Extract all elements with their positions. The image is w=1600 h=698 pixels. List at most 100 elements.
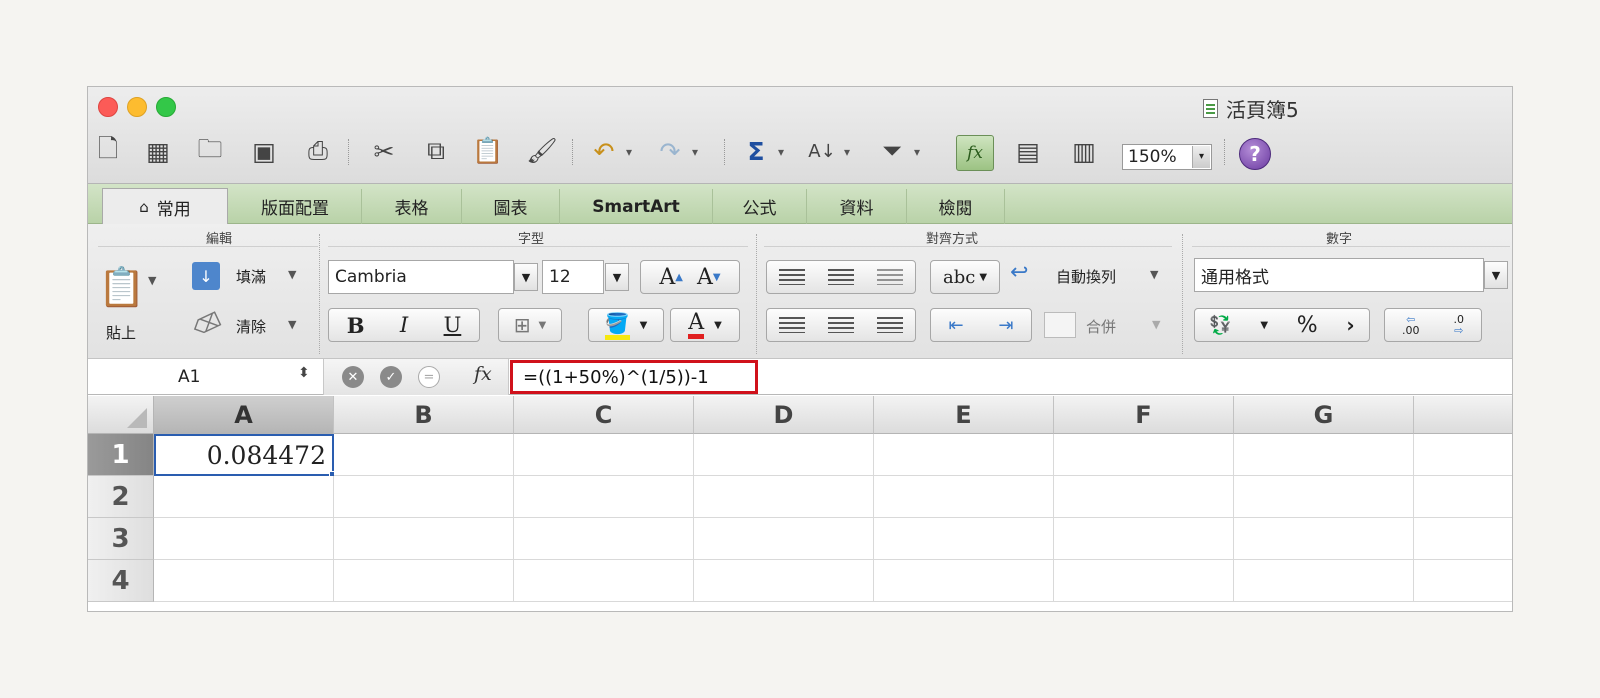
font-name-field[interactable]: Cambria bbox=[328, 260, 514, 294]
percent-button[interactable]: % bbox=[1297, 313, 1318, 338]
tab-formulas[interactable]: 公式 bbox=[713, 189, 807, 224]
tab-charts[interactable]: 圖表 bbox=[462, 189, 560, 224]
column-header-h[interactable] bbox=[1414, 396, 1512, 434]
cut-icon[interactable]: ✂ bbox=[366, 133, 402, 169]
cell-d4[interactable] bbox=[694, 560, 874, 602]
close-window-button[interactable] bbox=[98, 97, 118, 117]
column-header-b[interactable]: B bbox=[334, 396, 514, 434]
fill-down-icon[interactable]: ↓ bbox=[192, 262, 220, 290]
cell-d3[interactable] bbox=[694, 518, 874, 560]
tab-review[interactable]: 檢閱 bbox=[907, 189, 1005, 224]
fill-dropdown-arrow[interactable]: ▼ bbox=[288, 268, 296, 281]
cell-c1[interactable] bbox=[514, 434, 694, 476]
font-color-button[interactable]: A ▼ bbox=[670, 308, 740, 342]
cell-b3[interactable] bbox=[334, 518, 514, 560]
grow-font-button[interactable]: A bbox=[659, 265, 675, 290]
cell-c4[interactable] bbox=[514, 560, 694, 602]
cell-a1[interactable]: 0.084472 bbox=[154, 434, 334, 476]
save-icon[interactable]: ▣ bbox=[246, 133, 282, 169]
shrink-font-button[interactable]: A bbox=[697, 265, 713, 290]
tab-smartart[interactable]: SmartArt bbox=[560, 189, 713, 224]
cell-e4[interactable] bbox=[874, 560, 1054, 602]
font-size-dropdown[interactable]: ▼ bbox=[605, 263, 629, 291]
filter-icon[interactable]: ⏷ bbox=[874, 133, 920, 169]
align-left-icon[interactable] bbox=[778, 317, 805, 333]
tab-tables[interactable]: 表格 bbox=[362, 189, 462, 224]
column-header-a[interactable]: A bbox=[154, 396, 334, 434]
cell-f2[interactable] bbox=[1054, 476, 1234, 518]
cell-f4[interactable] bbox=[1054, 560, 1234, 602]
minimize-window-button[interactable] bbox=[127, 97, 147, 117]
align-middle-icon[interactable] bbox=[827, 269, 854, 285]
align-center-icon[interactable] bbox=[827, 317, 854, 333]
sort-icon[interactable]: A↓ bbox=[804, 133, 850, 169]
cell-b4[interactable] bbox=[334, 560, 514, 602]
cell-f3[interactable] bbox=[1054, 518, 1234, 560]
cell-e2[interactable] bbox=[874, 476, 1054, 518]
cell-h2[interactable] bbox=[1414, 476, 1512, 518]
show-hide-icon[interactable]: ▤ bbox=[1010, 133, 1046, 169]
currency-icon[interactable]: 💱 bbox=[1209, 315, 1231, 336]
column-header-d[interactable]: D bbox=[694, 396, 874, 434]
fx-icon[interactable]: fx bbox=[474, 363, 492, 385]
bold-button[interactable]: B bbox=[347, 313, 365, 338]
formula-input[interactable]: =((1+50%)^(1/5))-1 bbox=[510, 360, 758, 394]
chevron-down-icon[interactable]: ▾ bbox=[1192, 146, 1210, 168]
clear-dropdown-arrow[interactable]: ▼ bbox=[288, 318, 296, 331]
format-painter-icon[interactable]: 🖌 bbox=[524, 133, 560, 169]
increase-decimal-button[interactable]: ⇦ .00 bbox=[1402, 314, 1420, 336]
column-header-f[interactable]: F bbox=[1054, 396, 1234, 434]
copy-icon[interactable]: ⧉ bbox=[418, 133, 454, 169]
enter-icon[interactable]: ✓ bbox=[380, 366, 402, 388]
open-folder-icon[interactable]: 🗀 bbox=[192, 133, 228, 169]
wrap-text-dropdown[interactable]: ▼ bbox=[1150, 268, 1158, 281]
formula-builder-icon[interactable]: = bbox=[418, 366, 440, 388]
media-browser-icon[interactable]: ▥ bbox=[1066, 133, 1102, 169]
select-all-corner[interactable] bbox=[88, 396, 154, 434]
row-header-3[interactable]: 3 bbox=[88, 518, 154, 560]
redo-icon[interactable]: ↷ bbox=[652, 133, 698, 169]
row-header-4[interactable]: 4 bbox=[88, 560, 154, 602]
merge-button[interactable]: 合併 bbox=[1086, 316, 1116, 337]
cell-e3[interactable] bbox=[874, 518, 1054, 560]
cell-h4[interactable] bbox=[1414, 560, 1512, 602]
cell-a2[interactable] bbox=[154, 476, 334, 518]
cell-b2[interactable] bbox=[334, 476, 514, 518]
paste-toolbar-icon[interactable]: 📋 bbox=[470, 133, 506, 169]
paste-options-arrow[interactable]: ▼ bbox=[148, 274, 156, 287]
borders-button[interactable]: ⊞ ▼ bbox=[498, 308, 562, 342]
font-name-dropdown[interactable]: ▼ bbox=[514, 263, 538, 291]
zoom-window-button[interactable] bbox=[156, 97, 176, 117]
underline-button[interactable]: U bbox=[444, 313, 462, 337]
function-builder-icon[interactable]: fx bbox=[956, 135, 994, 171]
paste-label[interactable]: 貼上 bbox=[106, 322, 136, 343]
paste-icon[interactable]: 📋 bbox=[98, 258, 145, 316]
fill-color-button[interactable]: 🪣 ▼ bbox=[588, 308, 664, 342]
name-box[interactable]: A1 bbox=[88, 359, 324, 395]
cell-g2[interactable] bbox=[1234, 476, 1414, 518]
name-box-stepper-icon[interactable]: ⬍ bbox=[298, 365, 310, 381]
align-right-icon[interactable] bbox=[877, 317, 904, 333]
undo-icon[interactable]: ↶ bbox=[586, 133, 632, 169]
wrap-text-button[interactable]: 自動換列 bbox=[1056, 266, 1116, 287]
column-header-c[interactable]: C bbox=[514, 396, 694, 434]
cell-g3[interactable] bbox=[1234, 518, 1414, 560]
align-top-icon[interactable] bbox=[778, 269, 805, 285]
cell-a3[interactable] bbox=[154, 518, 334, 560]
orientation-button[interactable]: abc ▼ bbox=[930, 260, 1000, 294]
column-header-e[interactable]: E bbox=[874, 396, 1054, 434]
decrease-decimal-button[interactable]: .0 ⇨ bbox=[1454, 314, 1465, 336]
cell-f1[interactable] bbox=[1054, 434, 1234, 476]
cell-c2[interactable] bbox=[514, 476, 694, 518]
merge-icon[interactable] bbox=[1044, 312, 1076, 338]
chevron-down-icon[interactable]: ▼ bbox=[1260, 320, 1268, 331]
eraser-icon[interactable]: ⌫ bbox=[189, 307, 225, 341]
new-document-icon[interactable]: 🗋 bbox=[90, 133, 126, 169]
cell-h3[interactable] bbox=[1414, 518, 1512, 560]
italic-button[interactable]: I bbox=[400, 313, 408, 337]
tab-layout[interactable]: 版面配置 bbox=[229, 189, 362, 224]
print-icon[interactable]: ⎙ bbox=[300, 133, 336, 169]
number-format-field[interactable]: 通用格式 bbox=[1194, 258, 1484, 292]
font-size-field[interactable]: 12 bbox=[542, 260, 604, 294]
autosum-icon[interactable]: Σ bbox=[738, 133, 784, 169]
